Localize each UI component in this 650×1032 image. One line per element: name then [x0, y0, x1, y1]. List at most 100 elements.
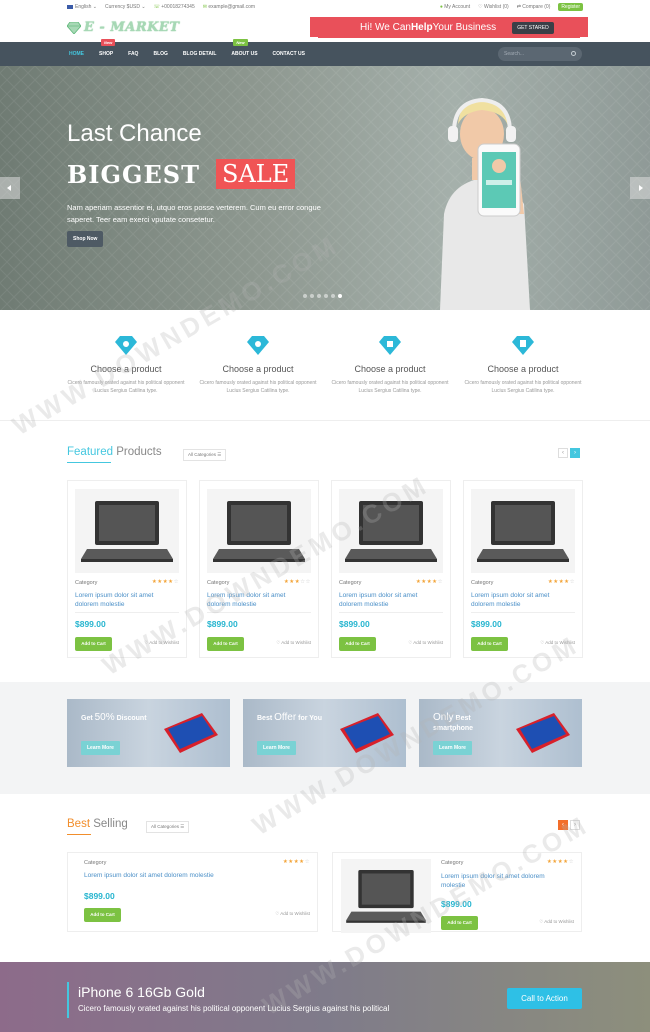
sale-tag: SALE	[216, 159, 296, 189]
divider	[0, 420, 650, 421]
add-to-cart-button[interactable]: Add to Cart	[84, 908, 121, 922]
rating-stars: ★★★★☆	[546, 859, 574, 865]
rating-stars: ★★★★☆	[282, 859, 310, 865]
product-card[interactable]: Category ★★★☆☆ Lorem ipsum dolor sit ame…	[199, 480, 319, 658]
currency-select[interactable]: Currency $USD ⌄	[105, 4, 146, 10]
diamond-icon	[247, 336, 269, 355]
email-text: ✉ example@gmail.com	[202, 4, 256, 10]
learn-more-button[interactable]: Learn More	[257, 741, 296, 755]
product-card[interactable]: Category ★★★★☆ Lorem ipsum dolor sit ame…	[463, 480, 583, 658]
search-input[interactable]: Search...	[498, 47, 582, 61]
flag-icon	[67, 4, 73, 9]
best-selling-title: Best Selling	[67, 818, 128, 830]
feature-item: Choose a product Cicero famously orated …	[198, 334, 318, 395]
logo-text: E - MARKET	[84, 20, 180, 35]
my-account-link[interactable]: ● My Account	[440, 4, 470, 10]
nav-home[interactable]: HOME	[67, 42, 86, 66]
add-to-wishlist-link[interactable]: ♡ Add to Wishlist	[540, 640, 575, 646]
feature-item: Choose a product Cicero famously orated …	[330, 334, 450, 395]
tablet-image	[340, 713, 394, 753]
slider-dot[interactable]	[310, 294, 314, 298]
nav-shop[interactable]: SHOP New	[97, 39, 116, 66]
carousel-controls: ‹ ›	[558, 448, 580, 458]
next-button[interactable]: ›	[570, 820, 580, 830]
diamond-logo-icon	[67, 21, 81, 34]
mail-icon: ✉	[202, 4, 207, 10]
header: E - MARKET Hi! We Can Help Your Business…	[0, 14, 650, 42]
add-to-cart-button[interactable]: Add to Cart	[339, 637, 376, 651]
add-to-cart-button[interactable]: Add to Cart	[75, 637, 112, 651]
slider-prev-button[interactable]	[0, 177, 20, 199]
hero-headline: Last Chance	[67, 120, 202, 147]
prev-button[interactable]: ‹	[558, 448, 568, 458]
product-name[interactable]: Lorem ipsum dolor sit amet dolorem moles…	[339, 591, 439, 609]
promo-banner-card[interactable]: Get 50% Discount Learn More	[67, 699, 230, 767]
nav-blog-detail[interactable]: BLOG DETAIL	[181, 42, 219, 66]
add-to-cart-button[interactable]: Add to Cart	[471, 637, 508, 651]
wishlist-link[interactable]: ♡ Wishlist (0)	[478, 4, 509, 10]
add-to-wishlist-link[interactable]: ♡ Add to Wishlist	[144, 640, 179, 646]
category-select[interactable]: All Categories ☰	[146, 821, 190, 833]
compare-icon: ⇄	[516, 4, 521, 10]
add-to-cart-button[interactable]: Add to Cart	[207, 637, 244, 651]
call-to-action-button[interactable]: Call to Action	[507, 988, 582, 1009]
add-to-wishlist-link[interactable]: ♡ Add to Wishlist	[408, 640, 443, 646]
logo[interactable]: E - MARKET	[67, 20, 180, 35]
laptop-image[interactable]	[341, 859, 431, 933]
language-select[interactable]: English ⌄	[67, 4, 97, 10]
add-to-wishlist-link[interactable]: ♡ Add to Wishlist	[276, 640, 311, 646]
heart-icon: ♡	[478, 4, 483, 10]
product-name[interactable]: Lorem ipsum dolor sit amet dolorem moles…	[75, 591, 175, 609]
laptop-image[interactable]	[471, 489, 575, 573]
title-underline	[67, 462, 111, 463]
diamond-icon	[379, 336, 401, 355]
learn-more-button[interactable]: Learn More	[81, 741, 120, 755]
top-bar: English ⌄ Currency $USD ⌄ ☏ +00018274345…	[0, 0, 650, 14]
best-selling-card[interactable]: Category ★★★★☆ Lorem ipsum dolor sit ame…	[332, 852, 582, 933]
slider-dot[interactable]	[317, 294, 321, 298]
slider-next-button[interactable]	[630, 177, 650, 199]
product-card[interactable]: Category ★★★★☆ Lorem ipsum dolor sit ame…	[67, 480, 187, 658]
rating-stars: ★★★★☆	[547, 579, 575, 585]
features-row: Choose a product Cicero famously orated …	[0, 310, 650, 420]
product-name[interactable]: Lorem ipsum dolor sit amet dolorem moles…	[207, 591, 307, 609]
promo-banner-card[interactable]: Best Offer for You Learn More	[243, 699, 406, 767]
compare-link[interactable]: ⇄ Compare (0)	[517, 4, 551, 10]
product-name[interactable]: Lorem ipsum dolor sit amet dolorem moles…	[84, 872, 214, 879]
slider-dot[interactable]	[303, 294, 307, 298]
next-button[interactable]: ›	[570, 448, 580, 458]
laptop-image[interactable]	[207, 489, 311, 573]
prev-button[interactable]: ‹	[558, 820, 568, 830]
get-started-button[interactable]: GET STARED	[512, 21, 554, 34]
add-to-wishlist-link[interactable]: ♡ Add to Wishlist	[539, 919, 574, 925]
product-price: $899.00	[207, 619, 238, 629]
nav-about[interactable]: ABOUT US New	[229, 39, 259, 66]
promo-banner-card[interactable]: Only Best smartphone Learn More	[419, 699, 582, 767]
search-icon[interactable]	[571, 51, 576, 56]
nav-contact[interactable]: CONTACT US	[271, 42, 307, 66]
laptop-image[interactable]	[75, 489, 179, 573]
product-name[interactable]: Lorem ipsum dolor sit amet dolorem moles…	[441, 872, 561, 890]
learn-more-button[interactable]: Learn More	[433, 741, 472, 755]
add-to-cart-button[interactable]: Add to Cart	[441, 916, 478, 930]
add-to-wishlist-link[interactable]: ♡ Add to Wishlist	[275, 911, 310, 917]
promo-banner: Hi! We Can Help Your Business GET STARED	[310, 17, 588, 38]
model-with-phone-image	[440, 97, 530, 310]
category-select[interactable]: All Categories ☰	[183, 449, 227, 461]
slider-dot[interactable]	[324, 294, 328, 298]
slider-dot[interactable]	[331, 294, 335, 298]
shop-now-button[interactable]: Shop Now	[67, 231, 104, 247]
product-name[interactable]: Lorem ipsum dolor sit amet dolorem moles…	[471, 591, 571, 609]
slider-dot-active[interactable]	[338, 294, 342, 298]
nav-faq[interactable]: FAQ	[126, 42, 140, 66]
laptop-image[interactable]	[339, 489, 443, 573]
feature-item: Choose a product Cicero famously orated …	[463, 334, 583, 395]
product-card[interactable]: Category ★★★★☆ Lorem ipsum dolor sit ame…	[331, 480, 451, 658]
rating-stars: ★★★★☆	[415, 579, 443, 585]
hero-description: Nam aperiam assentior ei, utquo eros pos…	[67, 203, 321, 224]
main-nav: HOME SHOP New FAQ BLOG BLOG DETAIL ABOUT …	[0, 39, 650, 66]
best-selling-card[interactable]: Category ★★★★☆ Lorem ipsum dolor sit ame…	[67, 852, 318, 932]
nav-blog[interactable]: BLOG	[151, 42, 169, 66]
product-price: $899.00	[84, 891, 115, 901]
register-button[interactable]: Register	[558, 3, 583, 11]
